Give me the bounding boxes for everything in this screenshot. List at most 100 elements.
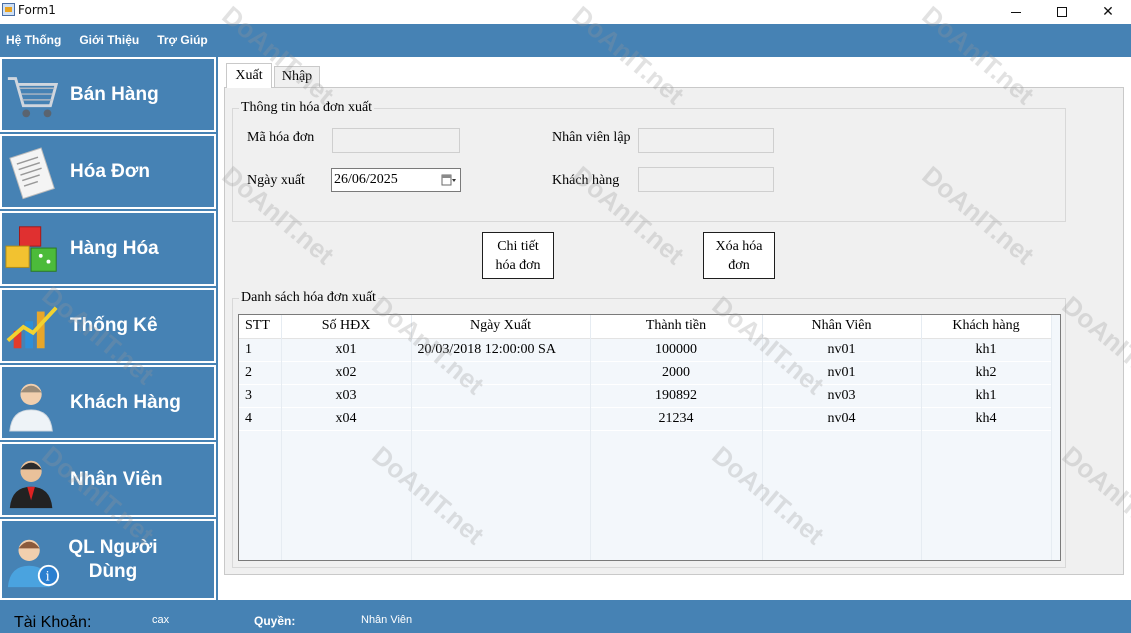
table-row[interactable]: 4 x04 21234 nv04 kh4	[239, 407, 1052, 431]
table-cell[interactable]: kh2	[921, 361, 1052, 385]
table-cell[interactable]: 20/03/2018 12:00:00 SA	[411, 338, 591, 362]
table-cell[interactable]: nv03	[762, 384, 922, 408]
sidebar-item-label: Thống Kê	[70, 314, 158, 336]
invoice-icon	[9, 147, 55, 200]
table-cell[interactable]: 190892	[590, 384, 763, 408]
sidebar-item-label: Hóa Đơn	[70, 160, 151, 182]
export-date-label: Ngày xuất	[247, 173, 305, 188]
minimize-icon	[1011, 11, 1021, 13]
column-header-invoice-no[interactable]: Số HĐX	[281, 315, 412, 339]
table-body: 1 x01 20/03/2018 12:00:00 SA 100000 nv01 kh1 2…	[239, 338, 1052, 431]
account-value: cax	[152, 614, 170, 626]
table-cell[interactable]: x04	[281, 407, 412, 431]
close-icon: ✕	[1102, 4, 1114, 20]
customer-field[interactable]	[638, 167, 774, 192]
table-cell[interactable]: 4	[239, 407, 282, 431]
export-date-picker[interactable]: 26/06/2025	[331, 168, 461, 192]
invoice-grid[interactable]: STT Số HĐX Ngày Xuất Thành tiền Nhân Viê…	[238, 314, 1061, 561]
invoice-list-group-title: Danh sách hóa đơn xuất	[239, 290, 378, 306]
sidebar-item-statistics[interactable]: Thống Kê	[0, 288, 216, 363]
menu-item-help[interactable]: Trợ Giúp	[151, 33, 214, 47]
table-cell[interactable]: 2000	[590, 361, 763, 385]
delete-invoice-button-line2: đơn	[728, 257, 750, 273]
invoice-detail-button-line1: Chi tiết	[497, 238, 539, 254]
sidebar-item-label: Hàng Hóa	[70, 237, 159, 259]
column-header-customer[interactable]: Khách hàng	[921, 315, 1052, 339]
title-bar: Form1 ✕	[0, 0, 1131, 24]
calendar-dropdown-icon[interactable]	[441, 173, 457, 187]
delete-invoice-button-line1: Xóa hóa	[715, 238, 763, 254]
sidebar-item-user-management[interactable]: i QL Người Dùng	[0, 519, 216, 600]
table-row[interactable]: 1 x01 20/03/2018 12:00:00 SA 100000 nv01 kh1	[239, 338, 1052, 362]
sidebar-item-sales[interactable]: Bán Hàng	[0, 57, 216, 132]
statistics-chart-icon	[6, 306, 58, 349]
sidebar-item-label-line1: QL Người	[68, 536, 158, 558]
table-header-row: STT Số HĐX Ngày Xuất Thành tiền Nhân Viê…	[239, 315, 1052, 339]
minimize-button[interactable]	[993, 0, 1039, 24]
table-cell[interactable]: x02	[281, 361, 412, 385]
table-cell[interactable]: kh4	[921, 407, 1052, 431]
window-title: Form1	[18, 3, 56, 17]
sidebar-item-label: Nhân Viên	[70, 468, 163, 490]
menu-item-about[interactable]: Giới Thiệu	[73, 33, 145, 47]
app-icon	[2, 3, 15, 16]
table-cell[interactable]: x03	[281, 384, 412, 408]
table-cell[interactable]	[411, 384, 591, 408]
invoice-table: STT Số HĐX Ngày Xuất Thành tiền Nhân Viê…	[239, 315, 1052, 431]
user-management-icon: i	[7, 539, 60, 588]
employee-label: Nhân viên lập	[552, 130, 631, 145]
table-cell[interactable]: nv04	[762, 407, 922, 431]
sidebar-item-customers[interactable]: Khách Hàng	[0, 365, 216, 440]
invoice-info-group: Thông tin hóa đơn xuất	[232, 100, 1066, 222]
close-button[interactable]: ✕	[1085, 0, 1131, 24]
sidebar: Bán Hàng Hóa Đơn Hàng Hóa Thống Kê Khách…	[0, 57, 216, 600]
customer-label: Khách hàng	[552, 173, 620, 188]
maximize-button[interactable]	[1039, 0, 1085, 24]
sidebar-item-label: QL Người Dùng	[68, 536, 158, 584]
svg-text:i: i	[46, 568, 50, 583]
menu-bar: Hệ Thống Giới Thiệu Trợ Giúp	[0, 24, 1131, 55]
table-cell[interactable]: 21234	[590, 407, 763, 431]
table-cell[interactable]: 100000	[590, 338, 763, 362]
invoice-detail-button[interactable]: Chi tiết hóa đơn	[482, 232, 554, 279]
sidebar-item-employees[interactable]: Nhân Viên	[0, 442, 216, 517]
sidebar-item-goods[interactable]: Hàng Hóa	[0, 211, 216, 286]
export-date-value: 26/06/2025	[334, 172, 398, 187]
column-header-total[interactable]: Thành tiền	[590, 315, 763, 339]
goods-boxes-icon	[5, 226, 57, 272]
status-bar	[0, 600, 1131, 633]
shopping-cart-icon	[7, 77, 59, 118]
table-cell[interactable]: 1	[239, 338, 282, 362]
customer-icon	[9, 383, 53, 432]
table-cell[interactable]	[411, 407, 591, 431]
table-cell[interactable]: nv01	[762, 338, 922, 362]
employee-icon	[9, 460, 53, 509]
role-value: Nhân Viên	[361, 614, 413, 626]
table-cell[interactable]: 3	[239, 384, 282, 408]
tab-export[interactable]: Xuất	[226, 63, 272, 88]
invoice-id-field[interactable]	[332, 128, 460, 153]
table-cell[interactable]: kh1	[921, 384, 1052, 408]
sidebar-item-label: Bán Hàng	[70, 83, 159, 105]
sidebar-item-label-line2: Dùng	[88, 560, 138, 582]
column-header-stt[interactable]: STT	[239, 315, 282, 339]
account-label: Tài Khoản:	[14, 614, 92, 631]
maximize-icon	[1057, 7, 1067, 17]
table-row[interactable]: 2 x02 2000 nv01 kh2	[239, 361, 1052, 385]
menu-item-system[interactable]: Hệ Thống	[0, 33, 67, 47]
column-header-employee[interactable]: Nhân Viên	[762, 315, 922, 339]
employee-field[interactable]	[638, 128, 774, 153]
invoice-detail-button-line2: hóa đơn	[495, 257, 541, 273]
sidebar-item-invoices[interactable]: Hóa Đơn	[0, 134, 216, 209]
table-cell[interactable]: kh1	[921, 338, 1052, 362]
delete-invoice-button[interactable]: Xóa hóa đơn	[703, 232, 775, 279]
column-header-export-date[interactable]: Ngày Xuất	[411, 315, 591, 339]
table-cell[interactable]	[411, 361, 591, 385]
role-label: Quyền:	[254, 614, 296, 628]
table-row[interactable]: 3 x03 190892 nv03 kh1	[239, 384, 1052, 408]
invoice-info-group-title: Thông tin hóa đơn xuất	[239, 100, 375, 116]
tab-import[interactable]: Nhập	[274, 66, 320, 88]
table-cell[interactable]: 2	[239, 361, 282, 385]
table-cell[interactable]: x01	[281, 338, 412, 362]
table-cell[interactable]: nv01	[762, 361, 922, 385]
